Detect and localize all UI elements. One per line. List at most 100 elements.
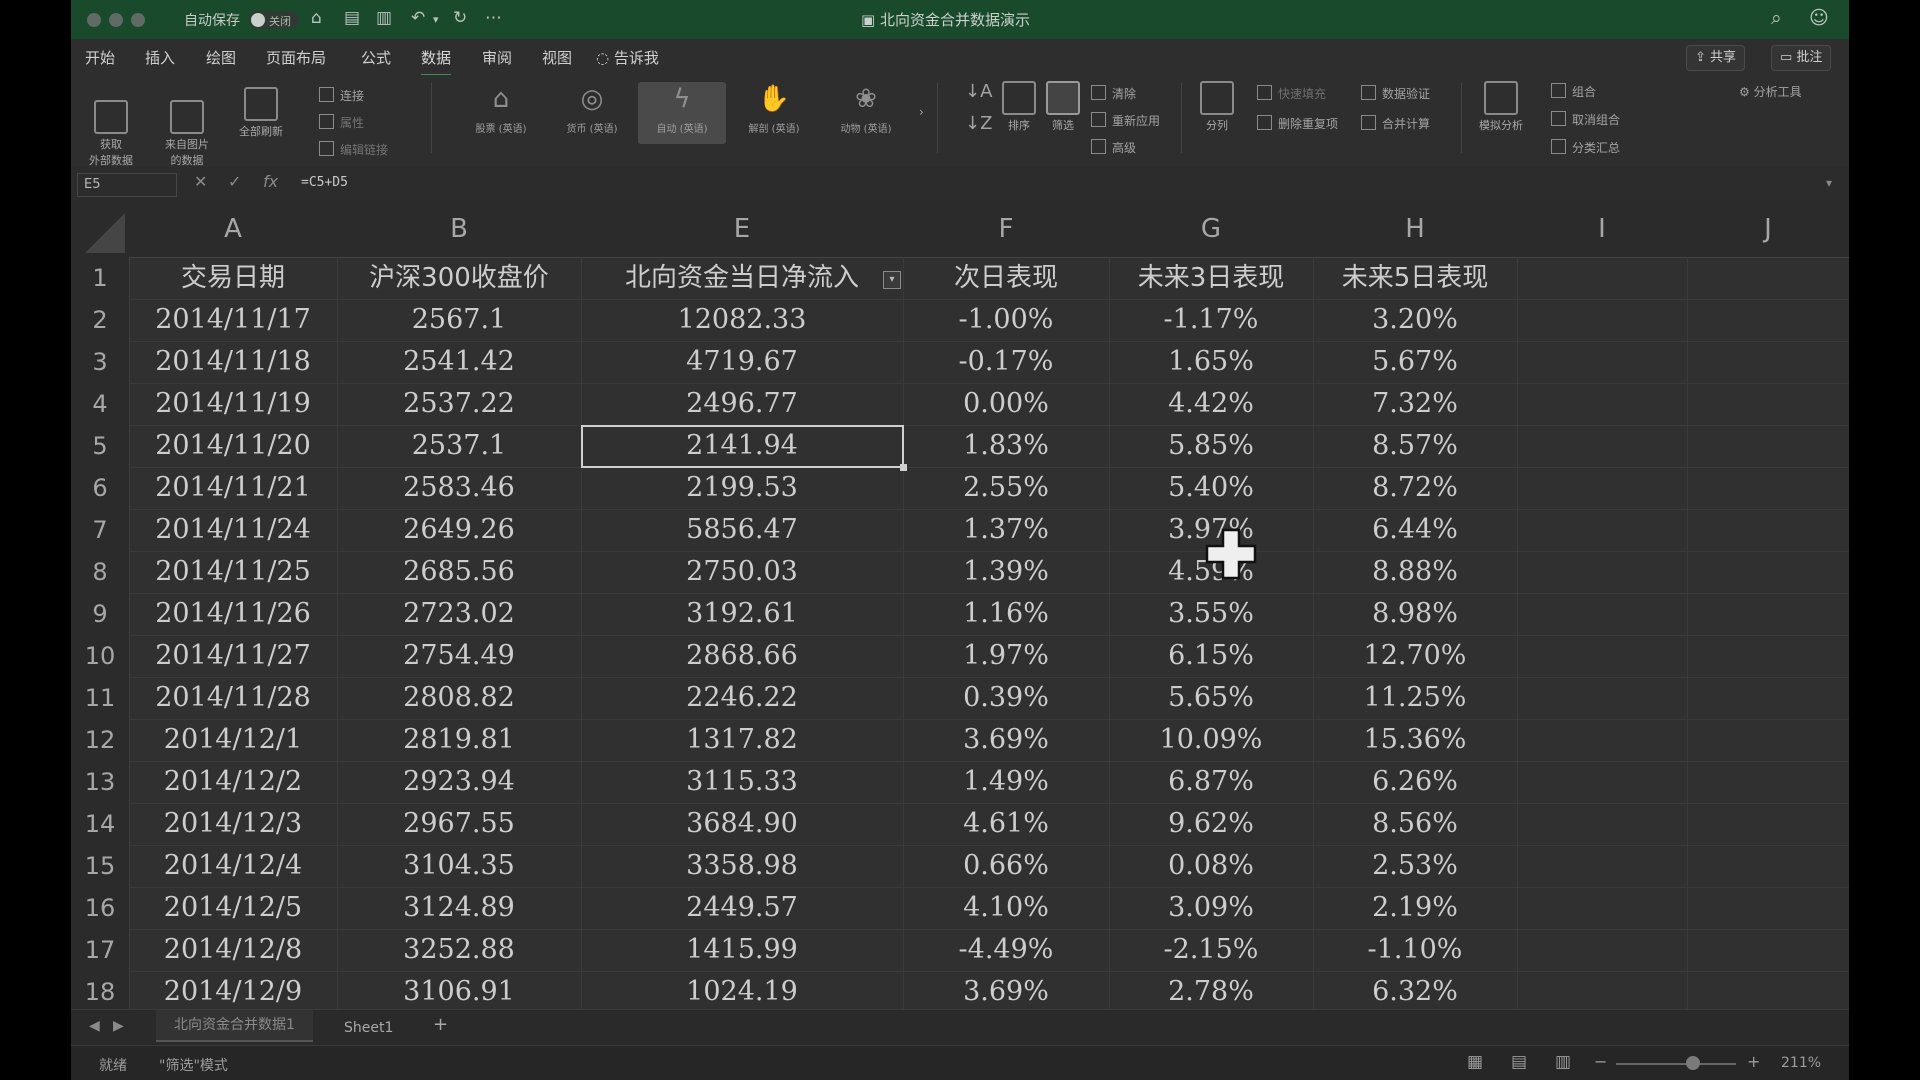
reapply-filter-button[interactable]: 重新应用	[1091, 112, 1160, 129]
table-cell[interactable]: 2537.22	[337, 383, 582, 426]
table-cell[interactable]	[1517, 383, 1688, 426]
row-header[interactable]: 15	[71, 845, 130, 888]
table-cell[interactable]: 3124.89	[337, 887, 582, 930]
table-cell[interactable]	[1687, 887, 1849, 930]
table-cell[interactable]: 2685.56	[337, 551, 582, 594]
table-cell[interactable]: 2496.77	[581, 383, 904, 426]
what-if-analysis-button[interactable]: 模拟分析	[1469, 81, 1533, 133]
table-cell[interactable]	[1687, 593, 1849, 636]
properties-button[interactable]: 属性	[319, 114, 364, 131]
comments-button[interactable]: ▭ 批注	[1771, 45, 1832, 71]
table-cell[interactable]: 3.55%	[1109, 593, 1314, 636]
col-header-j[interactable]: J	[1687, 201, 1849, 258]
tab-review[interactable]: 审阅	[482, 47, 512, 68]
table-cell[interactable]: 2014/12/1	[129, 719, 338, 762]
analysis-tools-button[interactable]: ⚙ 分析工具	[1739, 83, 1802, 100]
row-header[interactable]: 7	[71, 509, 130, 552]
table-cell[interactable]: 2819.81	[337, 719, 582, 762]
autosave-toggle[interactable]: 关闭	[249, 11, 299, 29]
data-validation-button[interactable]: 数据验证	[1361, 85, 1430, 102]
data-type-currency[interactable]: ◎ 货币 (英语)	[557, 82, 627, 144]
table-cell[interactable]	[1517, 929, 1688, 972]
table-cell[interactable]: 12.70%	[1313, 635, 1518, 678]
table-cell[interactable]: 3192.61	[581, 593, 904, 636]
table-cell[interactable]: 8.98%	[1313, 593, 1518, 636]
table-cell[interactable]: 5.85%	[1109, 425, 1314, 468]
minimize-window-button[interactable]	[109, 13, 123, 27]
table-cell[interactable]: 2014/11/18	[129, 341, 338, 384]
tab-data[interactable]: 数据	[421, 47, 452, 77]
table-cell[interactable]: 2014/11/20	[129, 425, 338, 468]
table-cell[interactable]: 3.09%	[1109, 887, 1314, 930]
col-header-h[interactable]: H	[1313, 201, 1518, 258]
connections-button[interactable]: 连接	[319, 87, 364, 104]
tab-page-layout[interactable]: 页面布局	[266, 47, 326, 68]
table-cell[interactable]: 8.57%	[1313, 425, 1518, 468]
table-cell[interactable]: -1.00%	[903, 299, 1110, 342]
header-cell[interactable]	[1687, 257, 1849, 300]
table-cell[interactable]: 6.26%	[1313, 761, 1518, 804]
data-type-automatic[interactable]: ϟ 自动 (英语)	[638, 82, 726, 144]
table-cell[interactable]: 1024.19	[581, 971, 904, 1009]
table-cell[interactable]: 3.69%	[903, 971, 1110, 1009]
zoom-in-icon[interactable]: +	[1747, 1052, 1760, 1071]
filter-button[interactable]: 筛选	[1041, 81, 1085, 133]
col-header-g[interactable]: G	[1109, 201, 1314, 258]
consolidate-button[interactable]: 合并计算	[1361, 115, 1430, 132]
get-external-data-button[interactable]: 获取 外部数据	[81, 87, 141, 168]
edit-links-button[interactable]: 编辑链接	[319, 141, 388, 158]
col-header-e[interactable]: E	[581, 201, 904, 258]
close-window-button[interactable]	[87, 13, 101, 27]
table-cell[interactable]: 6.32%	[1313, 971, 1518, 1009]
table-cell[interactable]: 2141.94	[581, 425, 904, 468]
table-cell[interactable]: 3115.33	[581, 761, 904, 804]
cancel-icon[interactable]: ✕	[194, 172, 207, 191]
table-cell[interactable]: 2.53%	[1313, 845, 1518, 888]
table-cell[interactable]: 12082.33	[581, 299, 904, 342]
table-cell[interactable]: 2567.1	[337, 299, 582, 342]
table-cell[interactable]: 8.56%	[1313, 803, 1518, 846]
row-header[interactable]: 10	[71, 635, 130, 678]
table-cell[interactable]: 3104.35	[337, 845, 582, 888]
row-header[interactable]: 3	[71, 341, 130, 384]
insert-function-icon[interactable]: fx	[263, 172, 278, 191]
table-cell[interactable]	[1517, 887, 1688, 930]
table-cell[interactable]: 1.37%	[903, 509, 1110, 552]
undo-dropdown-icon[interactable]: ▾	[433, 13, 439, 26]
zoom-window-button[interactable]	[131, 13, 145, 27]
table-cell[interactable]: -0.17%	[903, 341, 1110, 384]
table-cell[interactable]: 8.88%	[1313, 551, 1518, 594]
header-cell[interactable]: 交易日期	[129, 257, 338, 300]
row-header[interactable]: 18	[71, 971, 130, 1009]
spreadsheet-grid[interactable]: A B E F G H I J 1 交易日期 沪深300收盘价 北向资金当日净流入 次日表现 未来3日表现…	[71, 201, 1849, 1009]
clear-filter-button[interactable]: 清除	[1091, 85, 1136, 102]
header-cell[interactable]: 北向资金当日净流入	[581, 257, 904, 300]
row-header[interactable]: 6	[71, 467, 130, 510]
table-cell[interactable]	[1687, 341, 1849, 384]
table-cell[interactable]	[1517, 971, 1688, 1009]
table-cell[interactable]: 4.42%	[1109, 383, 1314, 426]
table-cell[interactable]: 2750.03	[581, 551, 904, 594]
table-cell[interactable]: 0.00%	[903, 383, 1110, 426]
table-cell[interactable]: 4719.67	[581, 341, 904, 384]
table-cell[interactable]: 2014/11/26	[129, 593, 338, 636]
table-cell[interactable]: 2014/12/2	[129, 761, 338, 804]
table-cell[interactable]	[1687, 845, 1849, 888]
table-cell[interactable]: 2014/12/5	[129, 887, 338, 930]
table-cell[interactable]: 2014/11/27	[129, 635, 338, 678]
table-cell[interactable]	[1517, 551, 1688, 594]
tab-insert[interactable]: 插入	[145, 47, 175, 68]
table-cell[interactable]: 2723.02	[337, 593, 582, 636]
table-cell[interactable]	[1687, 299, 1849, 342]
more-data-types-icon[interactable]: ›	[919, 105, 924, 119]
table-cell[interactable]	[1517, 845, 1688, 888]
remove-duplicates-button[interactable]: 删除重复项	[1257, 115, 1338, 132]
table-cell[interactable]	[1517, 425, 1688, 468]
data-type-anatomy[interactable]: ✋ 解剖 (英语)	[739, 82, 809, 144]
table-cell[interactable]: 4.61%	[903, 803, 1110, 846]
table-cell[interactable]	[1517, 803, 1688, 846]
next-sheet-icon[interactable]: ▶	[113, 1018, 124, 1034]
header-cell[interactable]	[1517, 257, 1688, 300]
text-to-columns-button[interactable]: 分列	[1197, 81, 1237, 133]
group-button[interactable]: 组合	[1551, 83, 1596, 100]
